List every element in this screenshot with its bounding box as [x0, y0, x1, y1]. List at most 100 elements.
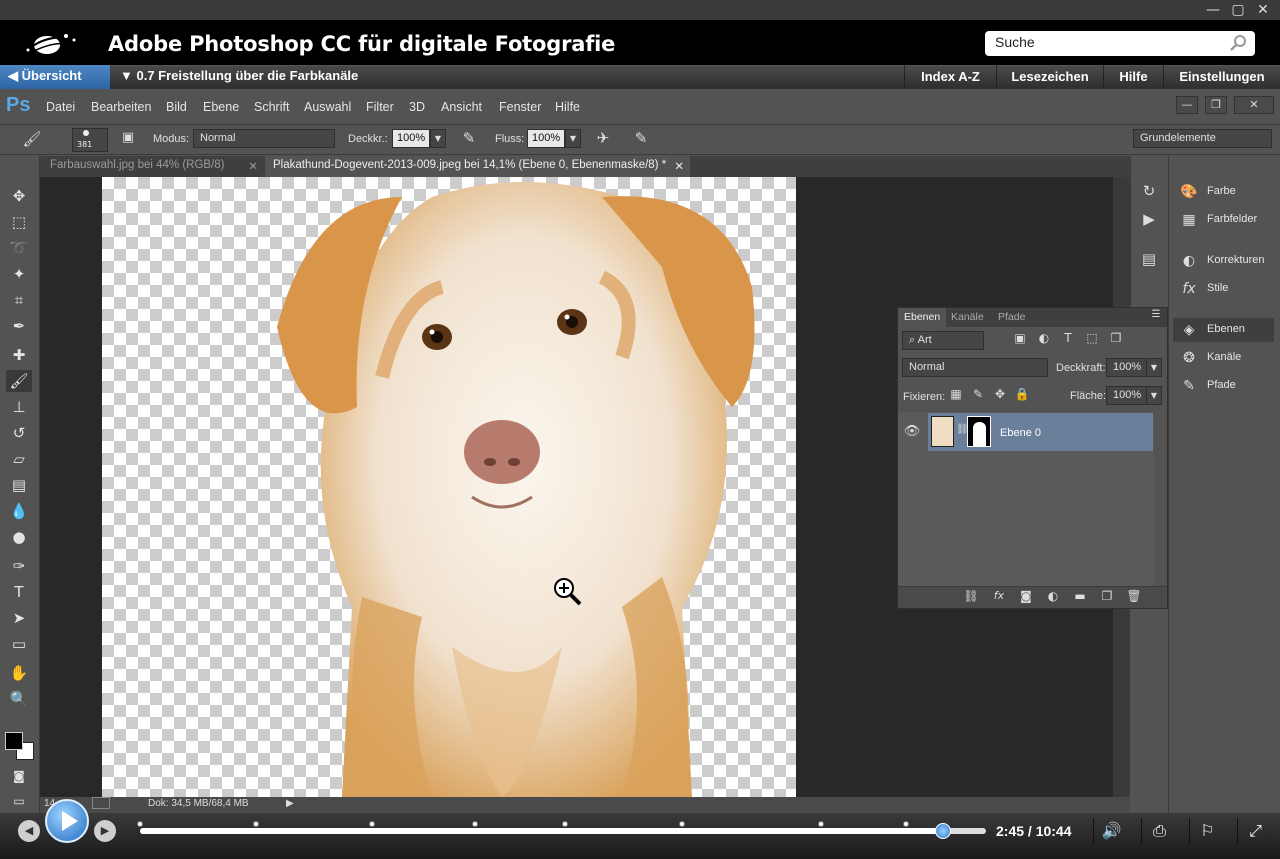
ps-minimize-button[interactable]: — [1176, 96, 1198, 114]
blur-tool-icon[interactable]: 💧 [6, 500, 32, 522]
lasso-tool-icon[interactable]: ➰ [6, 237, 32, 259]
history-brush-icon[interactable]: ↺ [6, 422, 32, 444]
settings-link[interactable]: Einstellungen [1163, 65, 1280, 89]
link-layers-icon[interactable]: ⛓ [962, 589, 980, 603]
delete-layer-icon[interactable]: 🗑 [1125, 589, 1143, 603]
zoom-tool-icon[interactable]: 🔍 [6, 688, 32, 710]
tab-plakathund[interactable]: Plakathund-Dogevent-2013-009.jpeg bei 14… [265, 156, 690, 177]
stamp-tool-icon[interactable]: ⊥ [6, 396, 32, 418]
flag-icon[interactable]: ⚐ [1189, 818, 1225, 844]
adjustment-layer-icon[interactable]: ◐ [1044, 589, 1062, 603]
help-link[interactable]: Hilfe [1103, 65, 1163, 89]
brush-tool-button[interactable]: 🖌 [6, 370, 32, 392]
actions-icon[interactable]: ▶ [1138, 210, 1160, 228]
add-mask-icon[interactable]: ◙ [1017, 589, 1035, 603]
new-group-icon[interactable]: ▬ [1071, 589, 1089, 603]
previous-icon[interactable]: ◀ [18, 820, 40, 842]
menu-ebene[interactable]: Ebene [203, 100, 239, 114]
ps-restore-button[interactable]: ❐ [1205, 96, 1227, 114]
status-preview-icon[interactable] [92, 797, 110, 809]
filter-image-icon[interactable]: ▣ [1012, 331, 1028, 345]
progress-knob[interactable] [935, 823, 951, 839]
dock-pfade[interactable]: Pfade [1174, 374, 1274, 398]
brush-panel-icon[interactable]: ▣ [118, 130, 138, 145]
menu-schrift[interactable]: Schrift [254, 100, 289, 114]
bookmarks-link[interactable]: Lesezeichen [996, 65, 1103, 89]
foreground-color-swatch[interactable] [5, 732, 23, 750]
menu-fenster[interactable]: Fenster [499, 100, 541, 114]
menu-auswahl[interactable]: Auswahl [304, 100, 351, 114]
layer-name[interactable]: Ebene 0 [1000, 427, 1041, 439]
search-input[interactable]: Suche [985, 31, 1255, 56]
fill-input[interactable]: 100% [1106, 386, 1148, 405]
dock-farbe[interactable]: Farbe [1174, 180, 1274, 204]
quickmask-icon[interactable]: ◙ [6, 765, 32, 787]
chapter-marker[interactable] [818, 821, 824, 827]
fullscreen-icon[interactable]: ⤢ [1237, 818, 1273, 844]
gradient-tool-icon[interactable]: ▤ [6, 474, 32, 496]
flow-input[interactable]: 100% [527, 129, 565, 148]
minimize-icon[interactable]: — [1203, 1, 1223, 19]
dock-kanaele[interactable]: Kanäle [1174, 346, 1274, 370]
mode-select[interactable]: Normal [193, 129, 335, 148]
pen-tool-icon[interactable]: ✑ [6, 555, 32, 577]
shape-tool-icon[interactable]: ▭ [6, 633, 32, 655]
print-icon[interactable]: ⎙ [1141, 818, 1177, 844]
status-menu-icon[interactable]: ▶ [286, 798, 294, 809]
pressure-size-icon[interactable]: ✎ [630, 129, 652, 147]
new-layer-icon[interactable]: ❐ [1098, 589, 1116, 603]
mask-link-icon[interactable]: ⛓ [956, 424, 969, 435]
filter-adjust-icon[interactable]: ◐ [1036, 331, 1052, 345]
overview-button[interactable]: ◀ Übersicht [0, 65, 110, 89]
dodge-tool-icon[interactable]: ● [6, 526, 32, 548]
marquee-tool-icon[interactable]: ⬚ [6, 211, 32, 233]
history-icon[interactable]: ↻ [1138, 182, 1160, 200]
maximize-icon[interactable]: ▢ [1228, 1, 1248, 19]
airbrush-icon[interactable]: ✈ [592, 129, 614, 147]
quick-select-tool-icon[interactable]: ✦ [6, 263, 32, 285]
dock-farbfelder[interactable]: Farbfelder [1174, 208, 1274, 232]
eraser-tool-icon[interactable]: ▱ [6, 448, 32, 470]
filter-type-icon[interactable]: T [1060, 331, 1076, 345]
tab-ebenen[interactable]: Ebenen [898, 308, 947, 327]
dock-stile[interactable]: Stile [1174, 277, 1274, 301]
panel-menu-icon[interactable]: ☰ [1148, 309, 1164, 320]
ps-close-button[interactable]: ✕ [1234, 96, 1274, 114]
menu-bearbeiten[interactable]: Bearbeiten [91, 100, 151, 114]
index-link[interactable]: Index A-Z [904, 65, 996, 89]
filter-shape-icon[interactable]: ⬚ [1084, 331, 1100, 345]
filter-smart-icon[interactable]: ❐ [1108, 331, 1124, 345]
layer-opacity-input[interactable]: 100% [1106, 358, 1148, 377]
chapter-marker[interactable] [137, 821, 143, 827]
chapter-title[interactable]: ▼ 0.7 Freistellung über die Farbkanäle [120, 68, 358, 83]
chapter-marker[interactable] [253, 821, 259, 827]
dock-ebenen[interactable]: Ebenen [1174, 318, 1274, 342]
pressure-opacity-icon[interactable]: ✎ [458, 129, 480, 147]
tab-close-icon[interactable]: ✕ [248, 159, 258, 173]
layer-opacity-dropdown-icon[interactable]: ▼ [1146, 358, 1162, 377]
visibility-eye-icon[interactable]: 👁 [903, 424, 921, 439]
lock-position-icon[interactable]: ✥ [992, 387, 1008, 401]
flow-dropdown-icon[interactable]: ▼ [565, 129, 581, 148]
workspace-select[interactable]: Grundelemente [1133, 129, 1272, 148]
brush-preset-picker[interactable]: 381 [72, 128, 108, 152]
menu-hilfe[interactable]: Hilfe [555, 100, 580, 114]
chapter-marker[interactable] [903, 821, 909, 827]
dock-korrekturen[interactable]: Korrekturen [1174, 249, 1274, 273]
tab-farbauswahl[interactable]: Farbauswahl.jpg bei 44% (RGB/8) ✕ [42, 156, 264, 177]
chapter-marker[interactable] [562, 821, 568, 827]
move-tool-icon[interactable]: ✥ [6, 185, 32, 207]
properties-icon[interactable]: ▤ [1138, 250, 1160, 268]
search-icon[interactable] [1228, 33, 1248, 53]
layer-style-icon[interactable]: fx [990, 589, 1008, 602]
volume-icon[interactable]: 🔊 [1093, 818, 1129, 844]
menu-datei[interactable]: Datei [46, 100, 75, 114]
layer-thumbnail[interactable] [931, 416, 954, 447]
blend-mode-select[interactable]: Normal [902, 358, 1048, 377]
crop-tool-icon[interactable]: ⌗ [6, 289, 32, 311]
lock-transparent-icon[interactable]: ▦ [948, 387, 964, 401]
chapter-marker[interactable] [679, 821, 685, 827]
opacity-input[interactable]: 100% [392, 129, 430, 148]
play-button[interactable] [45, 799, 89, 843]
tab-kanaele[interactable]: Kanäle [945, 308, 990, 327]
